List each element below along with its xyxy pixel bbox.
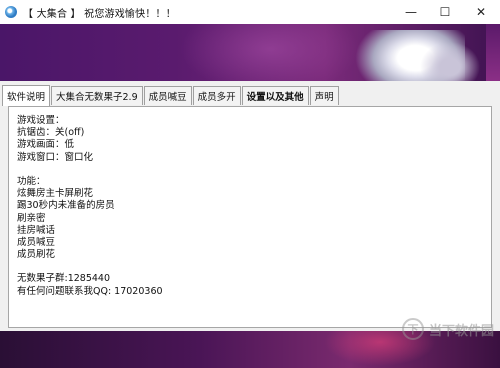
window-title: 【 大集合 】 祝您游戏愉快！！！ <box>23 8 176 20</box>
feature-item: 炫舞房主卡屏刷花 <box>17 188 94 200</box>
feature-item: 挂房喊话 <box>17 224 56 236</box>
app-icon <box>5 6 17 18</box>
banner-edge <box>486 24 500 81</box>
tab-fruit-collection[interactable]: 大集合无数果子2.9 <box>51 86 143 105</box>
banner-character-detail <box>420 42 480 81</box>
window-mode-setting: 游戏窗口：窗口化 <box>17 151 94 163</box>
title-bar: 【 大集合 】 祝您游戏愉快！！！ — ☐ ✕ <box>0 0 500 24</box>
tab-strip: 软件说明 大集合无数果子2.9 成员喊豆 成员多开 设置以及其他 声明 <box>2 85 340 106</box>
close-button[interactable]: ✕ <box>462 0 500 24</box>
tab-software-info[interactable]: 软件说明 <box>2 85 51 106</box>
watermark-logo-icon: 下 <box>401 318 424 340</box>
feature-item: 踢30秒内未准备的房员 <box>17 200 115 212</box>
game-settings-header: 游戏设置： <box>17 115 65 126</box>
minimize-button[interactable]: — <box>394 0 428 24</box>
group-info: 无数果子群:1285440 <box>17 273 111 285</box>
features-header: 功能： <box>17 175 46 187</box>
client-area: 软件说明 大集合无数果子2.9 成员喊豆 成员多开 设置以及其他 声明 游戏设置… <box>0 81 500 331</box>
tab-member-multi-open[interactable]: 成员多开 <box>192 86 241 105</box>
window-controls: — ☐ ✕ <box>394 0 500 24</box>
header-banner <box>0 24 500 81</box>
watermark-text: 当下软件园 <box>428 323 494 339</box>
graphics-setting: 游戏画面：低 <box>17 139 75 151</box>
feature-item: 成员刷花 <box>17 249 56 261</box>
feature-item: 刷亲密 <box>17 212 46 224</box>
info-text: 游戏设置： 抗锯齿：关(off) 游戏画面：低 游戏窗口：窗口化 功能： 炫舞房… <box>17 115 483 298</box>
tab-settings-other[interactable]: 设置以及其他 <box>241 86 309 105</box>
maximize-button[interactable]: ☐ <box>428 0 462 24</box>
tab-panel: 游戏设置： 抗锯齿：关(off) 游戏画面：低 游戏窗口：窗口化 功能： 炫舞房… <box>8 106 492 328</box>
feature-item: 成员喊豆 <box>17 236 56 248</box>
tab-statement[interactable]: 声明 <box>309 86 339 105</box>
tab-member-shout[interactable]: 成员喊豆 <box>143 86 192 105</box>
watermark: 下 当下软件园 <box>401 318 494 340</box>
anti-aliasing-setting: 抗锯齿：关(off) <box>17 127 85 139</box>
contact-info: 有任何问题联系我QQ: 17020360 <box>17 285 163 297</box>
banner-glow <box>180 24 360 81</box>
